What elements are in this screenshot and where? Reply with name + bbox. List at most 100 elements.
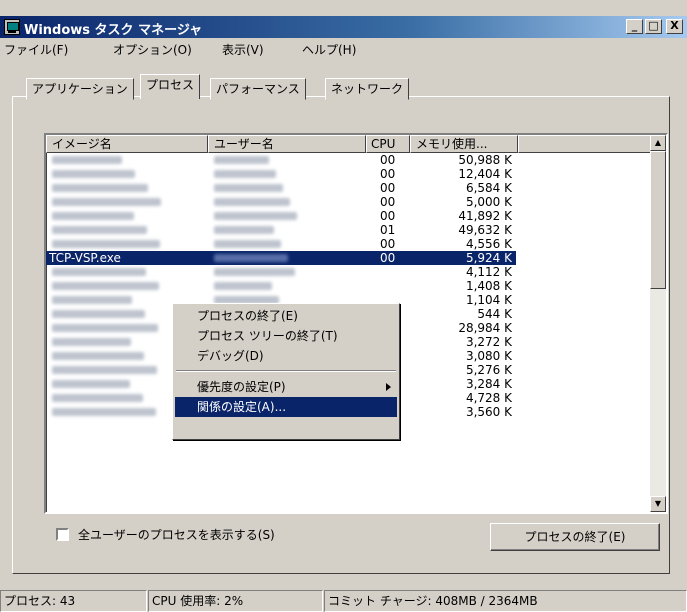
- redacted-user-name: [214, 254, 288, 262]
- redacted-user-name: [214, 170, 276, 178]
- redacted-user-name: [214, 212, 297, 220]
- ctx-end-process[interactable]: プロセスの終了(E): [175, 306, 397, 326]
- redacted-text: [52, 184, 148, 192]
- redacted-user-name: [214, 240, 281, 248]
- process-cpu: 00: [380, 251, 396, 265]
- menu-options[interactable]: オプション(O): [113, 41, 192, 58]
- process-memory: 4,556 K: [465, 237, 512, 251]
- tab-networking[interactable]: ネットワーク: [325, 78, 410, 100]
- status-processes: プロセス: 43: [0, 590, 147, 612]
- task-manager-window: Windows タスク マネージャ _ □ X ファイル(F) オプション(O)…: [0, 0, 687, 612]
- maximize-button[interactable]: □: [645, 19, 662, 34]
- context-menu: プロセスの終了(E) プロセス ツリーの終了(T) デバッグ(D) 優先度の設定…: [172, 303, 400, 440]
- status-cpu-usage: CPU 使用率: 2%: [148, 590, 323, 612]
- table-row[interactable]: 00 41,892 K: [46, 209, 516, 223]
- process-cpu: 00: [380, 181, 396, 195]
- redacted-user-name: [214, 198, 290, 206]
- redacted-user-name: [214, 184, 283, 192]
- table-row[interactable]: TCP-VSP.exe 00 5,924 K: [46, 251, 516, 265]
- title-bar[interactable]: Windows タスク マネージャ _ □ X: [0, 16, 687, 38]
- process-cpu: 00: [380, 209, 396, 223]
- tab-performance[interactable]: パフォーマンス: [210, 78, 306, 100]
- ctx-separator: [176, 370, 396, 372]
- process-memory: 5,276 K: [465, 363, 512, 377]
- ctx-set-affinity[interactable]: 関係の設定(A)...: [175, 397, 397, 417]
- column-cpu[interactable]: CPU: [366, 135, 410, 153]
- process-cpu: 00: [380, 237, 396, 251]
- process-memory: 544 K: [477, 307, 512, 321]
- process-memory: 1,104 K: [465, 293, 512, 307]
- show-all-users-checkbox[interactable]: [56, 528, 69, 541]
- redacted-text: [52, 310, 145, 318]
- table-row[interactable]: 1,408 K: [46, 279, 516, 293]
- process-cpu: 00: [380, 195, 396, 209]
- window-title: Windows タスク マネージャ: [24, 23, 203, 38]
- process-memory: 5,924 K: [465, 251, 512, 265]
- close-button[interactable]: X: [666, 19, 683, 34]
- table-row[interactable]: 00 50,988 K: [46, 153, 516, 167]
- process-memory: 5,000 K: [465, 195, 512, 209]
- redacted-text: [52, 268, 146, 276]
- column-image-name[interactable]: イメージ名: [46, 135, 208, 153]
- menu-file[interactable]: ファイル(F): [4, 41, 68, 58]
- ctx-end-process-tree[interactable]: プロセス ツリーの終了(T): [175, 326, 397, 346]
- minimize-button[interactable]: _: [626, 19, 643, 34]
- tab-processes[interactable]: プロセス: [140, 74, 201, 99]
- status-commit-charge: コミット チャージ: 408MB / 2364MB: [324, 590, 687, 612]
- redacted-text: [52, 212, 134, 220]
- process-memory: 41,892 K: [458, 209, 512, 223]
- show-all-users-label[interactable]: 全ユーザーのプロセスを表示する(S): [78, 526, 275, 543]
- table-row[interactable]: 00 6,584 K: [46, 181, 516, 195]
- table-row[interactable]: 00 12,404 K: [46, 167, 516, 181]
- process-memory: 50,988 K: [458, 153, 512, 167]
- table-row[interactable]: 01 49,632 K: [46, 223, 516, 237]
- scroll-down-arrow-icon[interactable]: ▼: [650, 496, 666, 512]
- redacted-text: [52, 366, 157, 374]
- table-row[interactable]: 4,112 K: [46, 265, 516, 279]
- menu-bar: ファイル(F) オプション(O) 表示(V) ヘルプ(H): [0, 39, 687, 59]
- ctx-set-priority-label: 優先度の設定(P): [197, 380, 286, 394]
- redacted-text: [52, 324, 158, 332]
- menu-view[interactable]: 表示(V): [222, 41, 264, 58]
- process-memory: 4,728 K: [465, 391, 512, 405]
- process-memory: 3,284 K: [465, 377, 512, 391]
- column-blank: [518, 135, 654, 153]
- tab-applications[interactable]: アプリケーション: [26, 78, 134, 100]
- redacted-user-name: [214, 282, 272, 290]
- process-memory: 6,584 K: [465, 181, 512, 195]
- redacted-user-name: [214, 156, 269, 164]
- redacted-text: [52, 170, 135, 178]
- redacted-text: [52, 226, 147, 234]
- vertical-scrollbar[interactable]: ▲ ▼: [650, 135, 666, 512]
- redacted-user-name: [214, 268, 295, 276]
- submenu-arrow-icon: [386, 383, 391, 391]
- column-user-name[interactable]: ユーザー名: [208, 135, 366, 153]
- redacted-text: [52, 408, 156, 416]
- scroll-up-arrow-icon[interactable]: ▲: [650, 135, 666, 151]
- process-memory: 12,404 K: [458, 167, 512, 181]
- ctx-set-priority[interactable]: 優先度の設定(P): [175, 377, 397, 397]
- column-memory[interactable]: メモリ使用...: [410, 135, 518, 153]
- redacted-text: [52, 338, 131, 346]
- process-memory: 3,560 K: [465, 405, 512, 419]
- scroll-thumb[interactable]: [650, 151, 666, 289]
- table-row[interactable]: 00 4,556 K: [46, 237, 516, 251]
- task-manager-icon: [4, 19, 20, 35]
- redacted-text: [52, 394, 143, 402]
- process-cpu: 01: [380, 223, 396, 237]
- redacted-text: [52, 156, 122, 164]
- redacted-text: [52, 198, 161, 206]
- process-memory: 3,080 K: [465, 349, 512, 363]
- process-memory: 49,632 K: [458, 223, 512, 237]
- table-row[interactable]: 00 5,000 K: [46, 195, 516, 209]
- process-memory: 1,408 K: [465, 279, 512, 293]
- ctx-debug[interactable]: デバッグ(D): [175, 346, 397, 366]
- menu-help[interactable]: ヘルプ(H): [302, 41, 356, 58]
- end-process-button[interactable]: プロセスの終了(E): [490, 523, 660, 551]
- process-memory: 28,984 K: [458, 321, 512, 335]
- redacted-user-name: [214, 226, 274, 234]
- process-cpu: 00: [380, 153, 396, 167]
- redacted-text: [52, 296, 132, 304]
- process-image-name: TCP-VSP.exe: [49, 251, 121, 265]
- redacted-text: [52, 380, 130, 388]
